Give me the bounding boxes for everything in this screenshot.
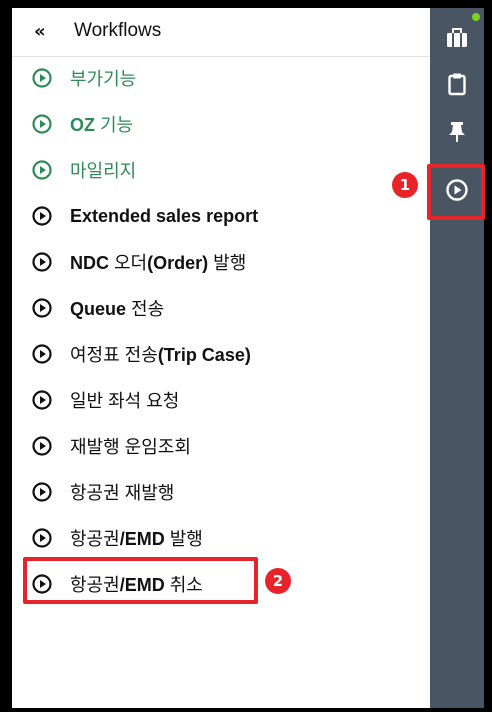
play-circle-icon [32, 436, 52, 456]
workflow-item-reissue-fare[interactable]: 재발행 운임조회 [32, 426, 422, 466]
workflow-item-oz[interactable]: OZ 기능 [32, 104, 422, 144]
highlight-box-emd-cancel [23, 557, 258, 604]
briefcase-icon[interactable] [443, 24, 471, 52]
highlight-box-rail-play [427, 164, 485, 220]
clipboard-icon[interactable] [443, 70, 471, 98]
workflow-item-itinerary-trip-case[interactable]: 여정표 전송(Trip Case) [32, 334, 422, 374]
notification-dot [472, 13, 480, 21]
play-circle-icon [32, 206, 52, 226]
play-circle-icon [32, 482, 52, 502]
collapse-icon[interactable]: « [34, 21, 56, 43]
workflow-item-ticket-emd-issue[interactable]: 항공권/EMD 발행 [32, 518, 422, 558]
panel-header: « Workflows [12, 8, 430, 57]
screenshot-frame: « Workflows 부가기능 OZ 기능 마일리지 Extended sal… [0, 0, 492, 712]
annotation-badge-2: 2 [265, 568, 291, 594]
workflow-item-ndc-order[interactable]: NDC 오더(Order) 발행 [32, 242, 422, 282]
annotation-badge-1: 1 [392, 172, 418, 198]
workflow-item-label: 마일리지 [70, 161, 137, 181]
workflow-item-label: 일반 좌석 요청 [70, 391, 180, 411]
workflow-item-label: 항공권/EMD 발행 [70, 529, 203, 549]
panel-title: Workflows [74, 20, 162, 41]
workflow-item-seat-request[interactable]: 일반 좌석 요청 [32, 380, 422, 420]
workflow-item-label: Extended sales report [70, 205, 259, 226]
workflow-item-mileage[interactable]: 마일리지 [32, 150, 422, 190]
workflow-item-extended-sales-report[interactable]: Extended sales report [32, 196, 422, 236]
play-circle-icon [32, 344, 52, 364]
workflow-item-label: OZ 기능 [70, 115, 134, 135]
pin-icon[interactable] [443, 118, 471, 146]
play-circle-icon [32, 114, 52, 134]
workflow-item-queue[interactable]: Queue 전송 [32, 288, 422, 328]
workflow-item-label: 재발행 운임조회 [70, 437, 191, 457]
play-circle-icon [32, 252, 52, 272]
play-circle-icon [32, 528, 52, 548]
workflow-item-label: NDC 오더(Order) 발행 [70, 253, 247, 273]
workflow-item-label: 항공권 재발행 [70, 483, 175, 503]
play-circle-icon [32, 68, 52, 88]
workflow-item-addons[interactable]: 부가기능 [32, 58, 422, 98]
right-rail [430, 8, 484, 708]
play-circle-icon [32, 390, 52, 410]
workflow-item-label: 부가기능 [70, 69, 137, 89]
workflow-item-label: 여정표 전송(Trip Case) [70, 345, 251, 365]
play-circle-icon [32, 160, 52, 180]
workflow-item-label: Queue 전송 [70, 299, 165, 319]
play-circle-icon [32, 298, 52, 318]
workflow-item-ticket-reissue[interactable]: 항공권 재발행 [32, 472, 422, 512]
